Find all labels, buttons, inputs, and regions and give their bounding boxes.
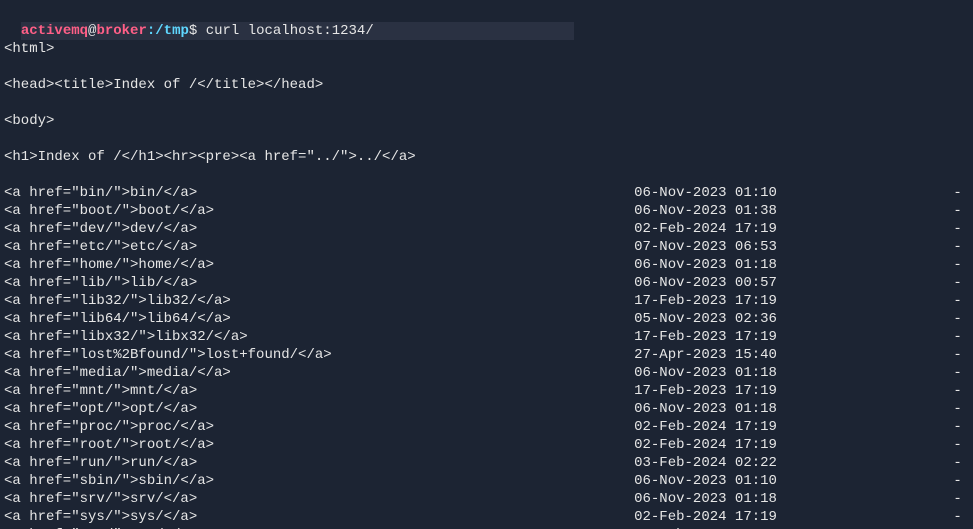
dir-entry: <a href="libx32/">libx32/</a> 17-Feb-202… xyxy=(4,328,969,346)
prompt-space xyxy=(197,23,205,39)
output-line-head: <head><title>Index of /</title></head> xyxy=(4,76,969,94)
prompt-user: activemq xyxy=(21,23,88,39)
output-line-h1: <h1>Index of /</h1><hr><pre><a href="../… xyxy=(4,148,969,166)
dir-entry: <a href="lib64/">lib64/</a> 05-Nov-2023 … xyxy=(4,310,969,328)
output-line-body-open: <body> xyxy=(4,112,969,130)
prompt-colon: : xyxy=(147,23,155,39)
dir-entry: <a href="lib32/">lib32/</a> 17-Feb-2023 … xyxy=(4,292,969,310)
dir-entry: <a href="proc/">proc/</a> 02-Feb-2024 17… xyxy=(4,418,969,436)
dir-entry: <a href="srv/">srv/</a> 06-Nov-2023 01:1… xyxy=(4,490,969,508)
prompt-line: activemq@broker:/tmp$ curl localhost:123… xyxy=(21,22,574,40)
terminal-output[interactable]: activemq@broker:/tmp$ curl localhost:123… xyxy=(0,0,973,529)
dir-entry: <a href="home/">home/</a> 06-Nov-2023 01… xyxy=(4,256,969,274)
dir-entry: <a href="sbin/">sbin/</a> 06-Nov-2023 01… xyxy=(4,472,969,490)
command-text: curl localhost:1234/ xyxy=(206,23,374,39)
dir-entry: <a href="dev/">dev/</a> 02-Feb-2024 17:1… xyxy=(4,220,969,238)
dir-entry: <a href="root/">root/</a> 02-Feb-2024 17… xyxy=(4,436,969,454)
dir-listing: <a href="bin/">bin/</a> 06-Nov-2023 01:1… xyxy=(4,184,969,529)
dir-entry: <a href="lost%2Bfound/">lost+found/</a> … xyxy=(4,346,969,364)
dir-entry: <a href="boot/">boot/</a> 06-Nov-2023 01… xyxy=(4,202,969,220)
dir-entry: <a href="media/">media/</a> 06-Nov-2023 … xyxy=(4,364,969,382)
prompt-host: broker xyxy=(96,23,146,39)
dir-entry: <a href="lib/">lib/</a> 06-Nov-2023 00:5… xyxy=(4,274,969,292)
dir-entry: <a href="run/">run/</a> 03-Feb-2024 02:2… xyxy=(4,454,969,472)
dir-entry: <a href="sys/">sys/</a> 02-Feb-2024 17:1… xyxy=(4,508,969,526)
output-line-html-open: <html> xyxy=(4,40,969,58)
prompt-path: /tmp xyxy=(155,23,189,39)
dir-entry: <a href="etc/">etc/</a> 07-Nov-2023 06:5… xyxy=(4,238,969,256)
dir-entry: <a href="mnt/">mnt/</a> 17-Feb-2023 17:1… xyxy=(4,382,969,400)
dir-entry: <a href="opt/">opt/</a> 06-Nov-2023 01:1… xyxy=(4,400,969,418)
dir-entry: <a href="bin/">bin/</a> 06-Nov-2023 01:1… xyxy=(4,184,969,202)
